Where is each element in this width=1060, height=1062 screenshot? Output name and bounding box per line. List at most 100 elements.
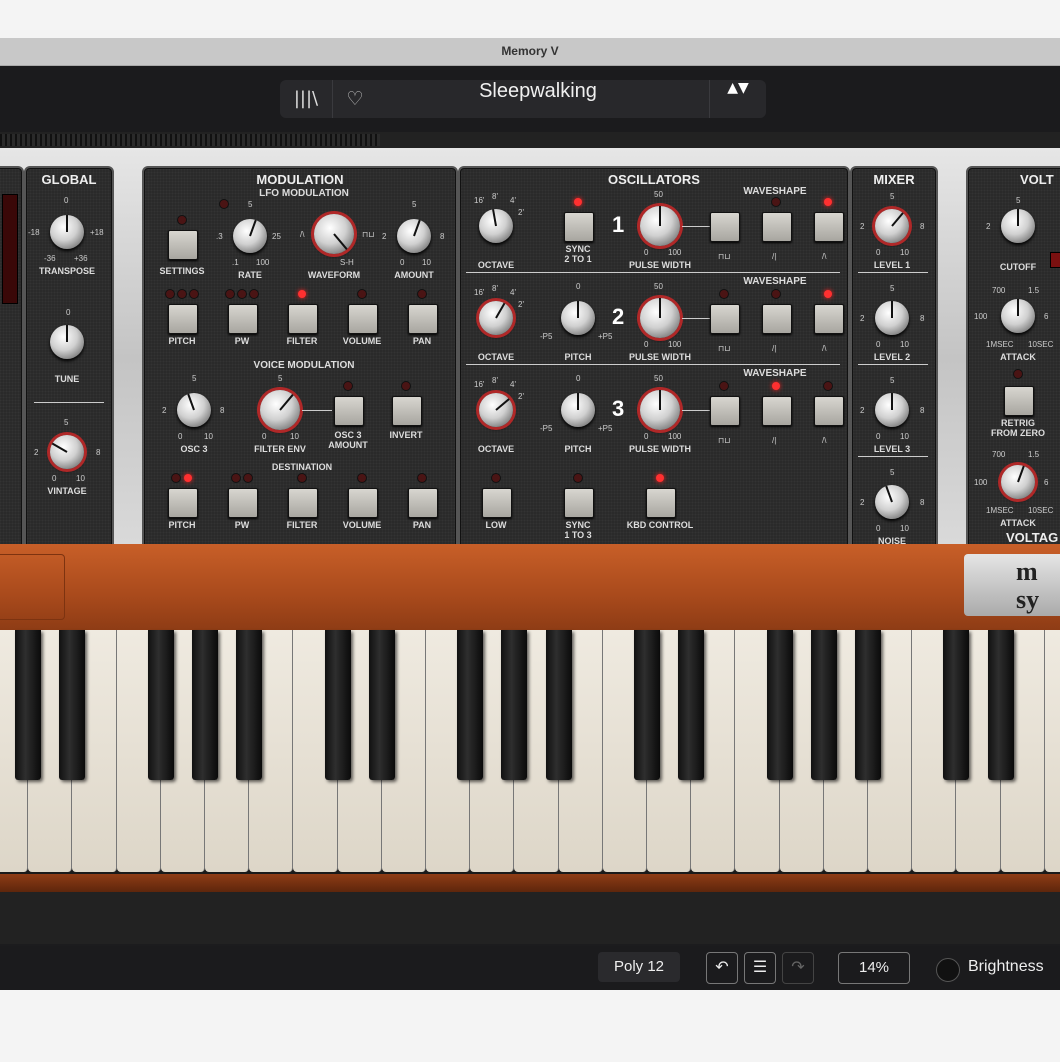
black-key[interactable] (15, 630, 42, 780)
black-key[interactable] (324, 630, 351, 780)
osc1-saw-wave-button[interactable] (762, 212, 792, 242)
connector-line (682, 410, 710, 411)
tick-label: 4' (510, 196, 516, 205)
tick-label: 8' (492, 284, 498, 293)
tick-label: 10 (76, 474, 85, 483)
osc1-triangle-wave-button[interactable] (814, 212, 844, 242)
tick-label: 100 (668, 248, 682, 257)
osc2-pulse-width-knob[interactable] (640, 298, 680, 338)
brightness-knob-icon[interactable] (936, 958, 960, 982)
black-key[interactable] (943, 630, 970, 780)
osc3-mod-knob[interactable] (177, 393, 211, 427)
black-key[interactable] (501, 630, 528, 780)
redo-icon[interactable]: ↷ (782, 952, 814, 984)
osc2-square-wave-button[interactable] (710, 304, 740, 334)
level1-knob[interactable] (875, 209, 909, 243)
preset-nav-arrows-icon[interactable]: ▲▼ (709, 80, 766, 118)
osc1-pulse-width-knob[interactable] (640, 206, 680, 246)
osc2-pitch-knob[interactable] (561, 301, 595, 335)
osc3-label: OSC 3 (180, 444, 208, 454)
bottom-toolbar: Poly 12 ↶ ☰ ↷ 14% Brightness (0, 946, 1060, 990)
triangle-wave-icon: /\ (300, 230, 305, 239)
transpose-knob[interactable] (50, 215, 84, 249)
black-key[interactable] (236, 630, 263, 780)
tick-label: -18 (28, 228, 40, 237)
black-key[interactable] (766, 630, 793, 780)
lfo-filter-button[interactable] (288, 304, 318, 334)
undo-icon[interactable]: ↶ (706, 952, 738, 984)
retrig-button[interactable] (1004, 386, 1034, 416)
tick-label: +P5 (598, 332, 613, 341)
tick-label: 1MSEC (986, 340, 1014, 349)
osc2-saw-wave-button[interactable] (762, 304, 792, 334)
vintage-knob[interactable] (50, 435, 84, 469)
attack-label: ATTACK (1000, 352, 1036, 362)
kbd-control-button[interactable] (646, 488, 676, 518)
heart-icon[interactable]: ♡ (340, 80, 370, 118)
black-key[interactable] (855, 630, 881, 780)
osc3-triangle-wave-button[interactable] (814, 396, 844, 426)
tick-label: 100 (256, 258, 270, 267)
black-key[interactable] (678, 630, 705, 780)
black-key[interactable] (810, 630, 837, 780)
level2-label: LEVEL 2 (873, 352, 911, 362)
divider (466, 364, 840, 365)
black-key[interactable] (457, 630, 484, 780)
sync-2to1-button[interactable] (564, 212, 594, 242)
osc3-number: 3 (612, 396, 625, 421)
waveform-knob[interactable] (314, 214, 354, 254)
osc3-octave-knob[interactable] (479, 393, 513, 427)
osc1-square-wave-button[interactable] (710, 212, 740, 242)
sync-1to3-button[interactable] (564, 488, 594, 518)
square-wave-icon: ⊓⊔ (718, 436, 731, 445)
preset-name[interactable]: Sleepwalking (380, 80, 696, 118)
pulse-width-label: PULSE WIDTH (629, 260, 691, 270)
voice-pan-button[interactable] (408, 488, 438, 518)
low-button[interactable] (482, 488, 512, 518)
black-key[interactable] (987, 630, 1014, 780)
filter-env-knob[interactable] (260, 390, 300, 430)
voice-mode-button[interactable]: Poly 12 (598, 952, 680, 982)
lfo-pw-button[interactable] (228, 304, 258, 334)
black-key[interactable] (59, 630, 86, 780)
library-icon[interactable]: |||\ (280, 80, 333, 118)
black-key[interactable] (192, 630, 218, 780)
lfo-pan-button[interactable] (408, 304, 438, 334)
black-key[interactable] (634, 630, 660, 780)
lfo-pitch-button[interactable] (168, 304, 198, 334)
osc3-amount-button[interactable] (334, 396, 364, 426)
settings-button[interactable] (168, 230, 198, 260)
black-key[interactable] (147, 630, 174, 780)
osc2-octave-knob[interactable] (479, 301, 513, 335)
lfo-amount-knob[interactable] (397, 219, 431, 253)
tick-label: .1 (232, 258, 239, 267)
lfo-volume-button[interactable] (348, 304, 378, 334)
cutoff-knob[interactable] (1001, 209, 1035, 243)
level3-knob[interactable] (875, 393, 909, 427)
level2-knob[interactable] (875, 301, 909, 335)
voice-pw-button[interactable] (228, 488, 258, 518)
attack2-knob[interactable] (1001, 465, 1035, 499)
keyboard[interactable] (0, 630, 1060, 875)
osc3-square-wave-button[interactable] (710, 396, 740, 426)
black-key[interactable] (545, 630, 572, 780)
connector-line (302, 410, 332, 411)
osc3-pulse-width-knob[interactable] (640, 390, 680, 430)
rate-knob[interactable] (233, 219, 267, 253)
pan-led (418, 290, 426, 298)
osc1-octave-knob[interactable] (479, 209, 513, 243)
level3-label: LEVEL 3 (873, 444, 911, 454)
osc2-triangle-wave-button[interactable] (814, 304, 844, 334)
voice-pitch-button[interactable] (168, 488, 198, 518)
voice-filter-button[interactable] (288, 488, 318, 518)
osc3-pitch-knob[interactable] (561, 393, 595, 427)
black-key[interactable] (368, 630, 395, 780)
voice-volume-button[interactable] (348, 488, 378, 518)
tune-knob[interactable] (50, 325, 84, 359)
noise-knob[interactable] (875, 485, 909, 519)
white-key[interactable] (1044, 630, 1060, 872)
attack-knob[interactable] (1001, 299, 1035, 333)
history-menu-icon[interactable]: ☰ (744, 952, 776, 984)
osc3-saw-wave-button[interactable] (762, 396, 792, 426)
invert-button[interactable] (392, 396, 422, 426)
